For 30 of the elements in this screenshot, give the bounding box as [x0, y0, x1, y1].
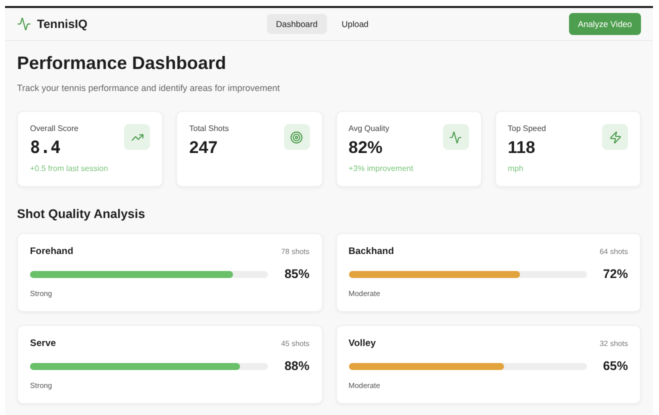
shot-name: Forehand [30, 246, 74, 257]
stat-label: Avg Quality [348, 124, 390, 133]
stat-note: +3% improvement [348, 164, 414, 173]
stat-value: 82% [348, 138, 384, 158]
trending-up-icon [124, 124, 150, 150]
stat-value: 247 [189, 138, 219, 158]
shot-percent: 88% [284, 359, 310, 373]
nav-tab[interactable]: Dashboard [267, 14, 327, 34]
stat-value: 118 [508, 138, 536, 158]
pulse-icon [17, 17, 31, 31]
shot-percent: 72% [602, 267, 628, 281]
section-title: Shot Quality Analysis [17, 207, 146, 221]
page-subtitle: Track your tennis performance and identify areas for improvement [17, 83, 281, 93]
stat-value: 8.4 [30, 138, 62, 158]
shot-name: Volley [348, 338, 376, 349]
shot-percent: 65% [602, 359, 628, 373]
stat-label: Total Shots [189, 124, 229, 133]
stat-note: mph [508, 164, 524, 173]
shot-percent: 85% [284, 267, 310, 281]
page-title: Performance Dashboard [17, 53, 228, 74]
activity-icon [442, 124, 469, 150]
shot-name: Serve [30, 338, 56, 349]
brand-name: TennisIQ [37, 17, 88, 31]
stat-note: +0.5 from last session [30, 164, 108, 173]
target-icon [284, 124, 310, 150]
shot-name: Backhand [348, 246, 394, 257]
stat-label: Overall Score [30, 124, 80, 133]
nav-tab[interactable]: Upload [332, 14, 378, 34]
stat-label: Top Speed [508, 124, 546, 133]
zap-icon [602, 124, 628, 150]
